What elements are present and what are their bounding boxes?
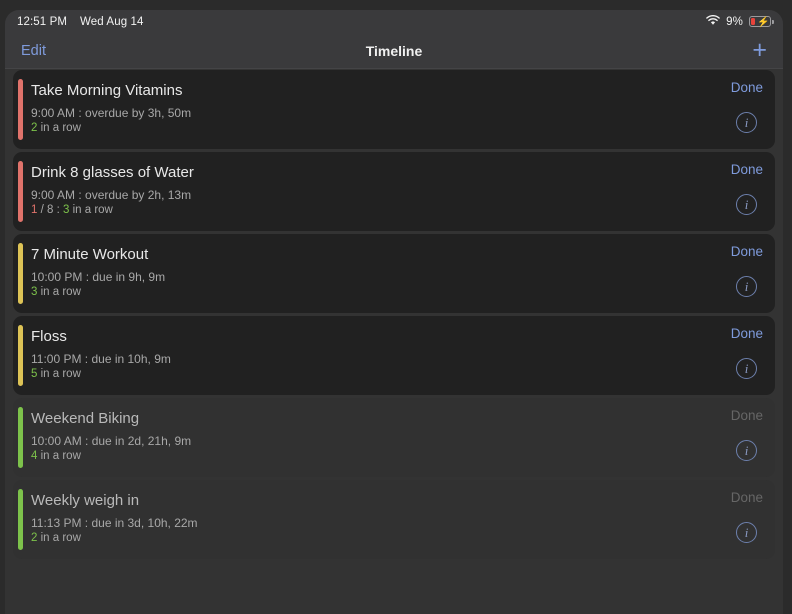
task-streak: 5 in a row [31,367,679,381]
task-streak-label: in a row [37,368,81,380]
task-schedule: 9:00 AM : overdue by 2h, 13m [31,188,192,202]
task-text-block: Weekly weigh in 11:13 PM : due in 3d, 10h… [13,480,679,559]
task-status-accent-bar [18,161,23,222]
task-schedule: 10:00 AM : due in 2d, 21h, 9m [31,434,192,448]
mark-done-button[interactable]: Done [731,80,763,96]
task-row[interactable]: Floss 11:00 PM : due in 10h, 9m 5 in a row… [13,316,775,395]
task-status-accent-bar [18,325,23,386]
task-streak-label: in a row [37,450,81,462]
task-streak: 4 in a row [31,449,679,463]
task-schedule: 9:00 AM : overdue by 3h, 50m [31,106,192,120]
task-schedule: 11:00 PM : due in 10h, 9m [31,352,171,366]
task-actions: Done i [679,316,775,395]
task-status-accent-bar [18,407,23,468]
task-streak: 3 in a row [31,285,679,299]
status-bar-right: 9% ⚡ [706,14,774,29]
mark-done-button: Done [730,408,763,423]
task-status-accent-bar [18,79,23,140]
task-status-accent-bar [18,489,23,550]
task-title: Floss [31,328,67,345]
task-actions: Done i [679,70,775,149]
task-progress-total: / 8 : [37,204,63,216]
status-date: Wed Aug 14 [80,15,144,28]
device-screen: 12:51 PM Wed Aug 14 9% ⚡ Edit Timeline +… [5,10,783,614]
task-streak: 2 in a row [31,121,679,135]
navigation-bar: Edit Timeline + [5,33,783,69]
task-actions: Done i [679,152,775,231]
mark-done-button[interactable]: Done [731,326,763,342]
info-circle-icon[interactable]: i [736,112,757,133]
mark-done-button: Done [730,490,763,505]
task-row[interactable]: Weekend Biking 10:00 AM : due in 2d, 21h,… [13,398,775,477]
task-title: Drink 8 glasses of Water [31,164,194,181]
info-circle-icon[interactable]: i [736,276,757,297]
task-streak-label: in a row [37,122,81,134]
task-actions: Done i [679,398,775,477]
task-actions: Done i [679,234,775,313]
status-time: 12:51 PM [17,15,68,28]
task-streak-label: in a row [37,286,81,298]
task-title: Weekend Biking [31,410,140,427]
task-streak-label: in a row [37,532,81,544]
task-schedule: 10:00 PM : due in 9h, 9m [31,270,166,284]
timeline-list: Take Morning Vitamins 9:00 AM : overdue b… [5,69,783,613]
info-circle-icon[interactable]: i [736,522,757,543]
battery-charging-icon: ⚡ [749,16,774,28]
task-schedule: 11:13 PM : due in 3d, 10h, 22m [31,516,198,530]
info-circle-icon[interactable]: i [736,358,757,379]
task-row[interactable]: Take Morning Vitamins 9:00 AM : overdue b… [13,70,775,149]
task-actions: Done i [679,480,775,559]
task-text-block: Weekend Biking 10:00 AM : due in 2d, 21h,… [13,398,679,477]
task-streak: 2 in a row [31,531,679,545]
task-status-accent-bar [18,243,23,304]
task-text-block: Floss 11:00 PM : due in 10h, 9m 5 in a row [13,316,679,395]
task-row[interactable]: Weekly weigh in 11:13 PM : due in 3d, 10h… [13,480,775,559]
task-title: Weekly weigh in [31,492,140,509]
mark-done-button[interactable]: Done [731,162,763,178]
task-title: 7 Minute Workout [31,246,149,263]
task-text-block: Drink 8 glasses of Water 9:00 AM : overdu… [13,152,679,231]
task-text-block: 7 Minute Workout 10:00 PM : due in 9h, 9m… [13,234,679,313]
wifi-icon [706,14,720,29]
page-title: Timeline [365,42,423,59]
task-streak-label: in a row [69,204,113,216]
task-row[interactable]: Drink 8 glasses of Water 9:00 AM : overdu… [13,152,775,231]
mark-done-button[interactable]: Done [731,244,763,260]
status-bar-left: 12:51 PM Wed Aug 14 [17,16,143,28]
add-task-button[interactable]: + [752,38,767,63]
task-row[interactable]: 7 Minute Workout 10:00 PM : due in 9h, 9m… [13,234,775,313]
battery-percent: 9% [726,15,743,28]
task-text-block: Take Morning Vitamins 9:00 AM : overdue b… [13,70,679,149]
task-title: Take Morning Vitamins [31,82,183,99]
task-streak: 1 / 8 : 3 in a row [31,203,679,217]
info-circle-icon[interactable]: i [736,440,757,461]
list-empty-space [5,562,783,614]
info-circle-icon[interactable]: i [736,194,757,215]
status-bar: 12:51 PM Wed Aug 14 9% ⚡ [5,10,783,33]
edit-button[interactable]: Edit [21,43,46,59]
